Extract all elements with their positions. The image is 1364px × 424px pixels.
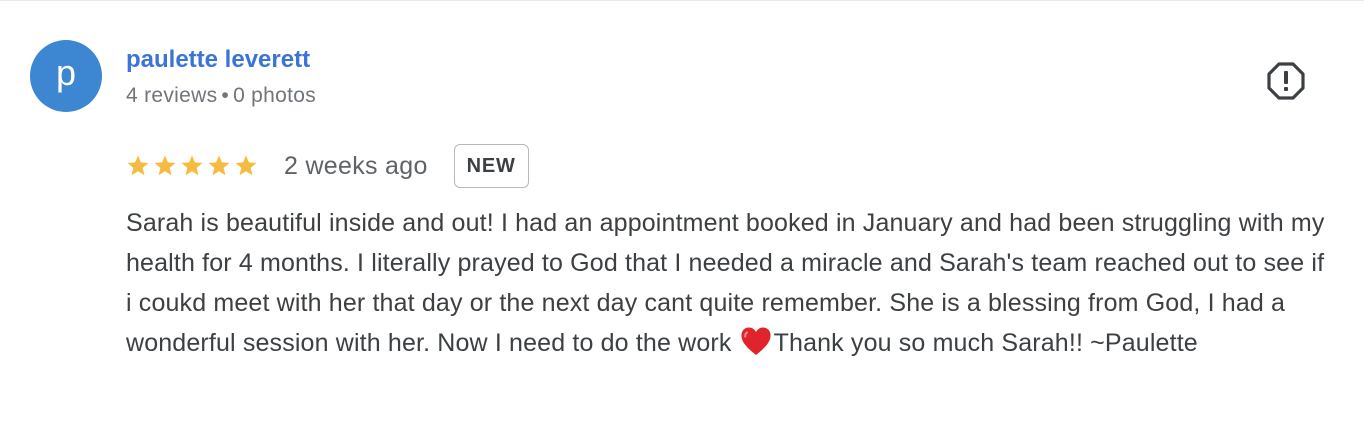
review-text-part-2: Thank you so much Sarah!! ~Paulette	[773, 329, 1198, 357]
reviews-count: 4 reviews	[126, 84, 218, 107]
review-card: p paulette leverett 4 reviews • 0 photos 2…	[0, 0, 1364, 424]
report-flag-icon	[1267, 62, 1305, 100]
new-badge: NEW	[453, 144, 529, 188]
review-date: 2 weeks ago	[284, 151, 428, 180]
photos-count: 0 photos	[233, 84, 317, 107]
star-rating	[126, 154, 258, 178]
star-icon	[235, 155, 257, 176]
star-icon	[127, 155, 149, 176]
red-heart-icon	[741, 327, 771, 355]
rating-row: 2 weeks ago NEW	[126, 143, 529, 189]
reviewer-name-link[interactable]: paulette leverett	[126, 46, 310, 74]
star-icon	[181, 155, 203, 176]
review-text: Sarah is beautiful inside and out! I had…	[126, 203, 1326, 363]
avatar[interactable]: p	[30, 40, 102, 112]
star-icon	[154, 155, 176, 176]
report-review-button[interactable]	[1266, 61, 1306, 101]
meta-separator: •	[221, 84, 230, 107]
reviewer-meta: 4 reviews • 0 photos	[126, 84, 316, 108]
star-icon	[208, 155, 230, 176]
